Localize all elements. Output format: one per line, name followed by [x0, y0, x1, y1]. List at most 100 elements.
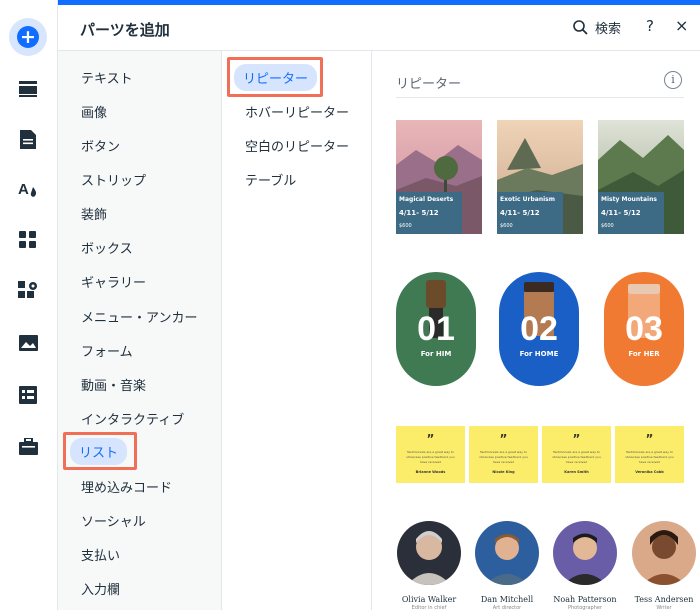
card-name: Exotic Urbanism — [500, 196, 555, 203]
search-icon — [573, 20, 588, 35]
quote-text: Testimonials are a great way to showcase… — [479, 450, 528, 464]
person-photo — [407, 531, 451, 585]
testimonial-repeater-card[interactable]: ” Testimonials are a great way to showca… — [615, 426, 684, 483]
member-name: Olivia Walker — [401, 595, 457, 604]
category-item[interactable]: 支払い — [81, 545, 120, 564]
quote-text: Testimonials are a great way to showcase… — [406, 450, 455, 464]
subcategory-item[interactable]: ホバーリピーター — [245, 102, 349, 121]
panel-title: パーツを追加 — [80, 21, 170, 39]
quote-author: Karen Smith — [564, 470, 589, 474]
category-list: テキスト 画像 ボタン ストリップ 装飾 ボックス ギャラリー メニュー・アンカ… — [58, 51, 222, 610]
panel-header: パーツを追加 検索 ? × — [58, 5, 700, 51]
travel-repeater-card[interactable]: Magical Deserts 4/11- 5/12 $600 — [396, 120, 482, 234]
card-price: $600 — [601, 223, 614, 229]
testimonial-repeater-card[interactable]: ” Testimonials are a great way to showca… — [469, 426, 538, 483]
category-item[interactable]: 画像 — [81, 102, 107, 121]
category-item[interactable]: ボックス — [81, 238, 133, 257]
section-title: リピーター — [396, 77, 462, 92]
cms-icon[interactable] — [17, 384, 39, 406]
quote-text: Testimonials are a great way to showcase… — [552, 450, 601, 464]
category-item[interactable]: 埋め込みコード — [81, 477, 172, 496]
info-icon[interactable]: i — [664, 71, 682, 89]
product-repeater-card[interactable]: 01 For HIM — [396, 272, 476, 386]
card-dates: 4/11- 5/12 — [399, 209, 439, 217]
subcategory-item[interactable]: 空白のリピーター — [245, 136, 349, 155]
media-icon[interactable] — [17, 332, 39, 354]
section-divider — [396, 97, 684, 98]
search-label: 検索 — [595, 22, 622, 37]
card-name: Magical Deserts — [399, 196, 454, 203]
category-item[interactable]: 入力欄 — [81, 579, 120, 598]
category-item[interactable]: ボタン — [81, 136, 120, 155]
product-number: 02 — [520, 310, 558, 348]
member-name: Noah Patterson — [553, 595, 617, 604]
apps-icon[interactable] — [17, 229, 39, 251]
card-info-band: Exotic Urbanism 4/11- 5/12 $600 — [497, 192, 563, 234]
product-repeater-card[interactable]: 02 For HOME — [499, 272, 579, 386]
add-elements-button[interactable]: + — [9, 18, 47, 56]
subcategory-list: リピーター ホバーリピーター 空白のリピーター テーブル — [222, 51, 372, 610]
card-dates: 4/11- 5/12 — [601, 209, 641, 217]
category-item[interactable]: 装飾 — [81, 204, 107, 223]
member-name: Tess Andersen — [634, 595, 694, 604]
member-name: Dan Mitchell — [480, 595, 534, 604]
subcategory-item-selected[interactable]: リピーター — [227, 57, 323, 97]
quote-author: Brianne Woods — [415, 470, 446, 474]
category-selected-label: リスト — [70, 437, 128, 465]
quote-mark: ” — [426, 432, 435, 446]
category-item[interactable]: ギャラリー — [81, 272, 146, 291]
member-role: Writer — [656, 605, 672, 610]
quote-mark: ” — [645, 432, 654, 446]
avatar[interactable] — [632, 521, 696, 585]
section-icon[interactable] — [17, 78, 39, 100]
page-icon[interactable] — [17, 128, 39, 150]
testimonial-repeater-card[interactable]: ” Testimonials are a great way to showca… — [396, 426, 465, 483]
category-item[interactable]: テキスト — [81, 68, 133, 87]
testimonial-repeater-card[interactable]: ” Testimonials are a great way to showca… — [542, 426, 611, 483]
quote-author: Nicole King — [492, 470, 515, 474]
category-item-selected[interactable]: リスト — [63, 432, 137, 470]
product-label: For HOME — [519, 350, 559, 358]
product-number: 01 — [417, 310, 455, 348]
person-photo — [563, 533, 607, 585]
card-price: $600 — [399, 223, 412, 229]
quote-mark: ” — [572, 432, 581, 446]
card-price: $600 — [500, 223, 513, 229]
person-photo — [642, 530, 686, 585]
add-icon: + — [17, 26, 39, 48]
person-photo — [485, 534, 529, 585]
category-item[interactable]: インタラクティブ — [81, 409, 184, 428]
card-name: Misty Mountains — [601, 196, 657, 203]
app-market-icon[interactable] — [17, 280, 39, 302]
product-label: For HIM — [420, 350, 452, 358]
card-info-band: Misty Mountains 4/11- 5/12 $600 — [598, 192, 664, 234]
category-item[interactable]: ソーシャル — [81, 511, 146, 530]
product-number: 03 — [625, 310, 663, 348]
member-role: Editor in chief — [411, 605, 447, 610]
product-repeater-card[interactable]: 03 For HER — [604, 272, 684, 386]
category-item[interactable]: ストリップ — [81, 170, 146, 189]
member-role: Photographer — [567, 605, 603, 610]
avatar[interactable] — [475, 521, 539, 585]
close-button[interactable]: × — [675, 16, 688, 35]
travel-repeater-card[interactable]: Misty Mountains 4/11- 5/12 $600 — [598, 120, 684, 234]
business-icon[interactable] — [17, 435, 39, 457]
category-item[interactable]: 動画・音楽 — [81, 375, 146, 394]
quote-author: Veronika Cobb — [635, 470, 664, 474]
category-item[interactable]: メニュー・アンカー — [81, 307, 197, 326]
svg-text:A: A — [18, 181, 29, 198]
travel-repeater-card[interactable]: Exotic Urbanism 4/11- 5/12 $600 — [497, 120, 583, 234]
card-dates: 4/11- 5/12 — [500, 209, 540, 217]
avatar[interactable] — [553, 521, 617, 585]
subcategory-item[interactable]: テーブル — [245, 170, 296, 189]
add-elements-app: + A パーツを追加 検索 ? × テキスト 画像 ボタン ストリップ 装飾 ボ… — [0, 0, 700, 610]
search-button[interactable]: 検索 — [573, 18, 621, 37]
help-button[interactable]: ? — [646, 17, 654, 35]
theme-icon[interactable]: A — [17, 178, 39, 200]
quote-mark: ” — [499, 432, 508, 446]
avatar[interactable] — [397, 521, 461, 585]
category-item[interactable]: フォーム — [81, 341, 133, 360]
left-toolbar: + A — [0, 0, 58, 610]
subcategory-selected-label: リピーター — [234, 63, 318, 91]
card-info-band: Magical Deserts 4/11- 5/12 $600 — [396, 192, 462, 234]
